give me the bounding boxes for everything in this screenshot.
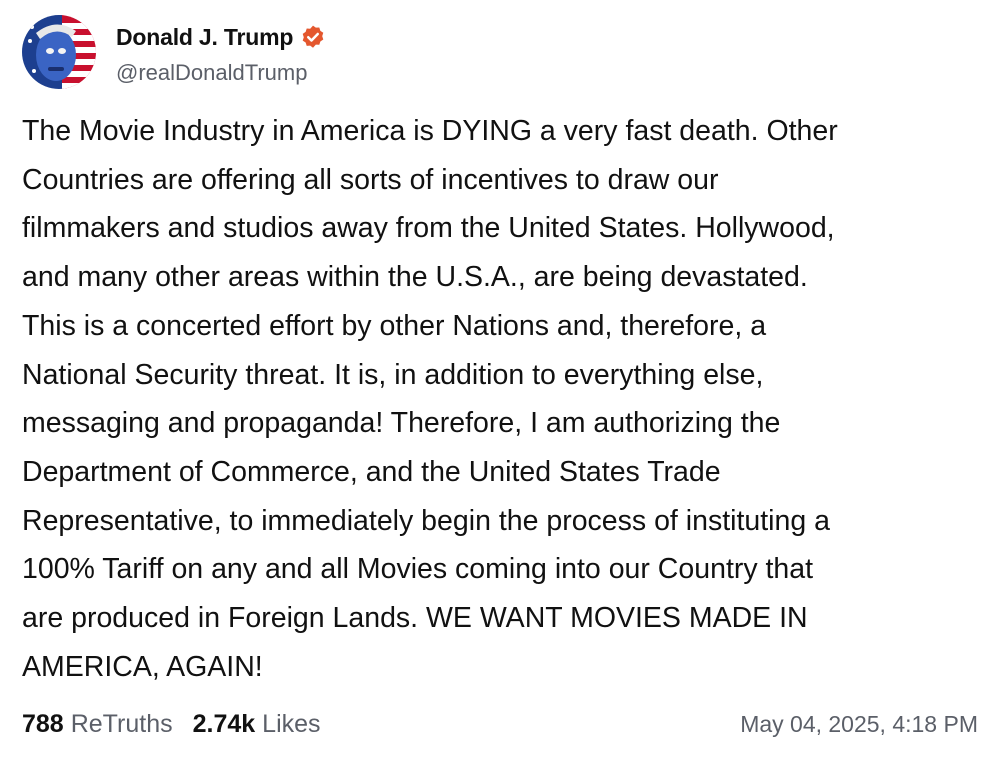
avatar[interactable] [22, 15, 96, 89]
user-handle[interactable]: @realDonaldTrump [116, 60, 326, 86]
post-text-line: and many other areas within the U.S.A., … [22, 261, 808, 294]
likes-label: Likes [262, 709, 321, 738]
post-text-line: Department of Commerce, and the United S… [22, 455, 721, 488]
post-text-line: The Movie Industry in America is DYING a… [22, 115, 838, 147]
retruths-count: 788 [22, 709, 64, 738]
author-block: Donald J. Trump @realDonaldTrump [116, 22, 326, 86]
likes-stat[interactable]: 2.74k Likes [193, 710, 321, 739]
display-name[interactable]: Donald J. Trump [116, 24, 293, 51]
retruths-label: ReTruths [70, 709, 173, 738]
post-text-line: This is a concerted effort by other Nati… [22, 309, 767, 342]
post-text-line: filmmakers and studios away from the Uni… [22, 212, 835, 245]
post-text-line: are produced in Foreign Lands. WE WANT M… [22, 602, 808, 635]
post-timestamp: May 04, 2025, 4:18 PM [740, 710, 978, 737]
retruths-stat[interactable]: 788 ReTruths [22, 710, 173, 739]
post-text-line: Representative, to immediately begin the… [22, 504, 830, 537]
verified-badge-icon [300, 24, 326, 50]
post-text-line: messaging and propaganda! Therefore, I a… [22, 407, 781, 440]
post-text-line: 100% Tariff on any and all Movies coming… [22, 553, 814, 586]
avatar-image [22, 15, 96, 89]
post-stats: 788 ReTruths 2.74k Likes [22, 710, 321, 739]
likes-count: 2.74k [192, 709, 256, 738]
post-text-line: National Security threat. It is, in addi… [22, 358, 764, 391]
post-text: The Movie Industry in America is DYING a… [22, 107, 980, 691]
name-row: Donald J. Trump [116, 22, 326, 52]
post-card: Donald J. Trump @realDonaldTrump The Mov… [0, 0, 1000, 763]
post-footer: 788 ReTruths 2.74k Likes May 04, 2025, 4… [22, 704, 978, 744]
post-text-line: Countries are offering all sorts of ince… [22, 163, 719, 196]
post-text-line: AMERICA, AGAIN! [22, 650, 263, 683]
